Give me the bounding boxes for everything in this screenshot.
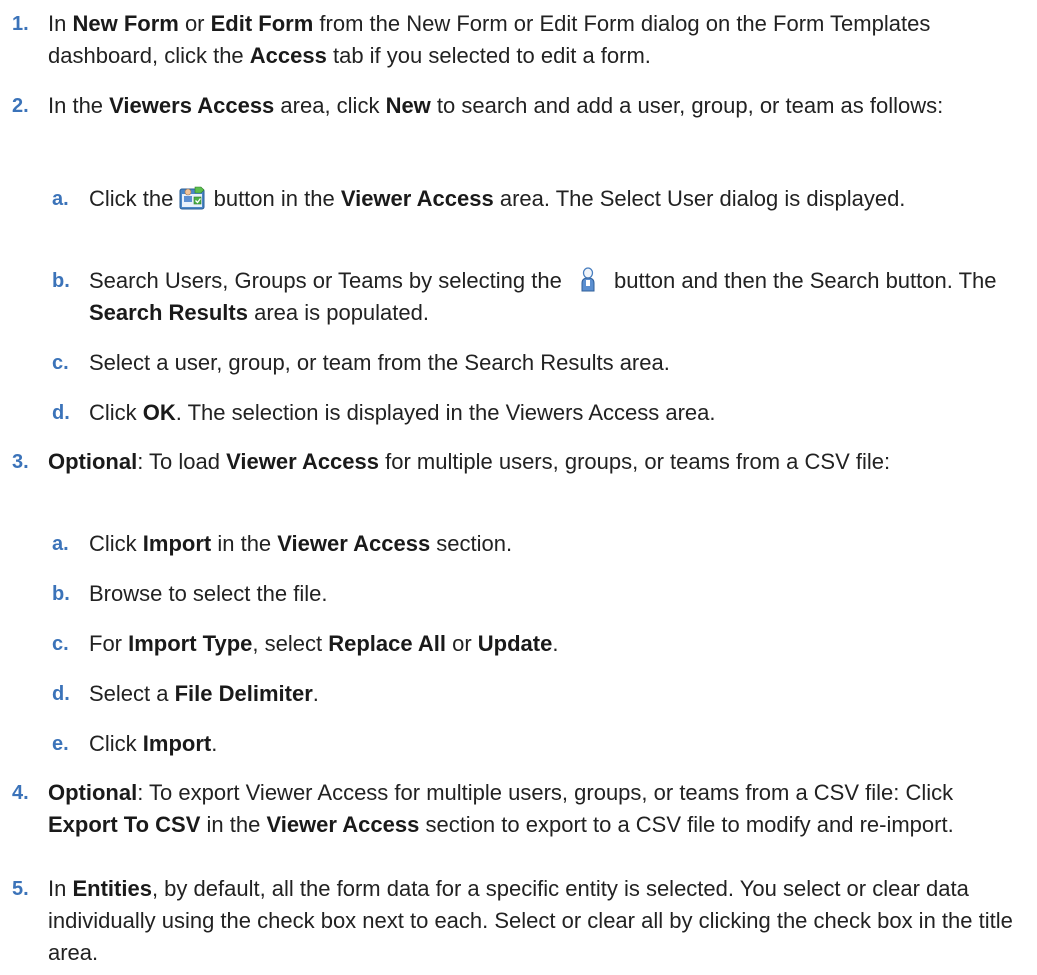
step-number: 1.: [12, 13, 29, 35]
substep-text: Browse to select the file.: [89, 581, 328, 606]
substep-letter: c.: [52, 633, 69, 655]
term-import: Import: [142, 731, 212, 756]
substep-letter: b.: [52, 270, 70, 292]
term-export-to-csv: Export To CSV: [48, 812, 201, 837]
term-viewer-access: Viewer Access: [266, 812, 420, 837]
substep-letter: c.: [52, 352, 69, 374]
term-new: New: [385, 93, 431, 118]
term-viewer-access: Viewer Access: [340, 186, 494, 211]
step-number: 5.: [12, 878, 29, 900]
term-access: Access: [249, 43, 327, 68]
step-text: Optional: To export Viewer Access for mu…: [48, 780, 954, 837]
substep-text: Click Import in the Viewer Access sectio…: [89, 531, 513, 556]
term-entities: Entities: [72, 876, 152, 901]
substep-text: For Import Type, select Replace All or U…: [89, 631, 559, 656]
term-update: Update: [477, 631, 553, 656]
step-text: In New Form or Edit Form from the New Fo…: [48, 11, 931, 68]
term-viewers-access: Viewers Access: [109, 93, 275, 118]
term-optional: Optional: [48, 780, 138, 805]
step-number: 4.: [12, 782, 29, 804]
term-ok: OK: [142, 400, 176, 425]
term-import-type: Import Type: [128, 631, 253, 656]
term-edit-form: Edit Form: [210, 11, 314, 36]
term-replace-all: Replace All: [328, 631, 446, 656]
term-file-delimiter: File Delimiter: [174, 681, 313, 706]
term-search-results: Search Results: [89, 300, 248, 325]
step-text: In Entities, by default, all the form da…: [48, 876, 1013, 965]
substep-letter: e.: [52, 733, 69, 755]
substep-text: Click OK. The selection is displayed in …: [89, 400, 716, 425]
substep-letter: b.: [52, 583, 70, 605]
substep-text: Select a File Delimiter.: [89, 681, 319, 706]
step-text: In the Viewers Access area, click New to…: [48, 93, 944, 118]
step-number: 2.: [12, 95, 29, 117]
substep-letter: d.: [52, 402, 70, 424]
substep-letter: a.: [52, 533, 69, 555]
substep-letter: d.: [52, 683, 70, 705]
user-icon: [580, 267, 596, 293]
substep-text: Search Users, Groups or Teams by selecti…: [89, 267, 997, 325]
term-optional: Optional: [48, 449, 138, 474]
substep-text: Click Import.: [89, 731, 218, 756]
substep-text: Click the button in the Viewer Access ar…: [89, 185, 906, 211]
term-viewer-access: Viewer Access: [277, 531, 431, 556]
step-number: 3.: [12, 451, 29, 473]
substep-text: Select a user, group, or team from the S…: [89, 350, 670, 375]
step-text: Optional: To load Viewer Access for mult…: [48, 449, 891, 474]
substep-letter: a.: [52, 188, 69, 210]
add-user-icon: [179, 185, 207, 211]
term-import: Import: [142, 531, 212, 556]
term-viewer-access: Viewer Access: [226, 449, 380, 474]
term-new-form: New Form: [72, 11, 179, 36]
